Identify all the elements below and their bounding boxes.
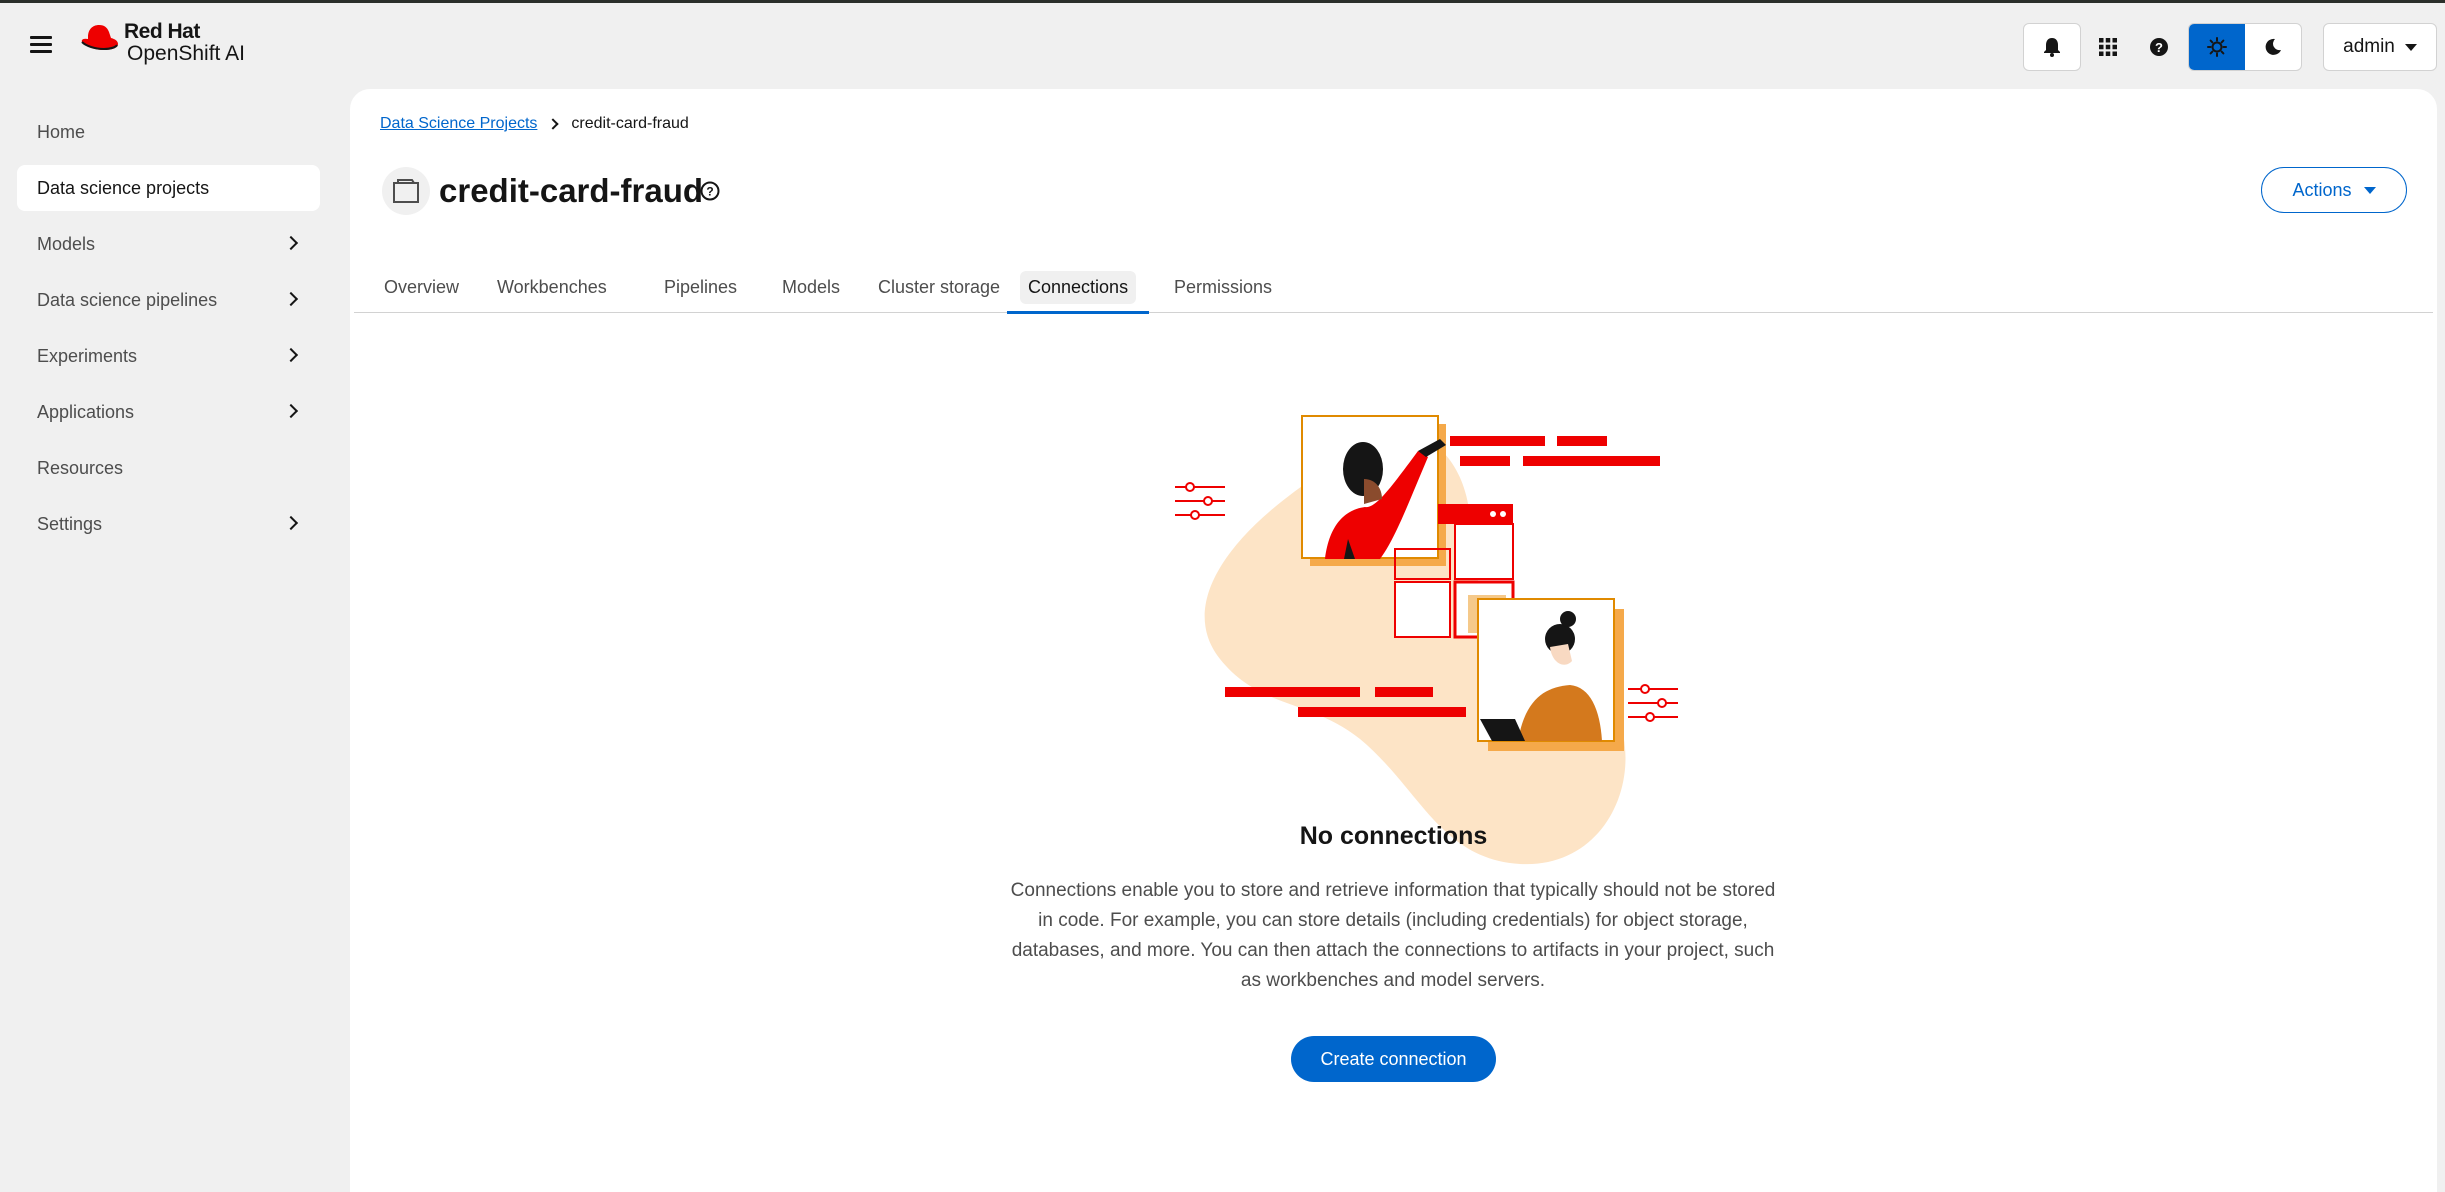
red-hat-logo-icon [81,25,118,51]
sidebar-item-experiments[interactable]: Experiments [17,333,320,379]
sidebar-item-label: Experiments [37,345,138,366]
tab-cluster-storage[interactable]: Cluster storage [870,261,1008,313]
svg-text:?: ? [2155,40,2163,55]
tab-models[interactable]: Models [774,261,848,313]
empty-state-title: No connections [1299,822,1488,850]
sidebar-item-models[interactable]: Models [17,221,320,267]
sidebar-item-label: Data science projects [37,177,210,198]
sidebar-item-data-science-projects[interactable]: Data science projects [17,165,320,211]
breadcrumb-link-projects[interactable]: Data Science Projects [380,115,537,133]
chevron-right-icon [283,347,299,363]
breadcrumb-current: credit-card-fraud [571,115,689,132]
chevron-right-icon [283,403,299,419]
sun-icon [2207,37,2227,57]
chevron-right-icon [283,515,299,531]
tab-connections[interactable]: Connections [1006,261,1150,314]
caret-down-icon [2363,186,2376,194]
help-button[interactable]: ? [2133,23,2185,71]
actions-dropdown-button[interactable]: Actions [2261,167,2407,213]
chevron-right-icon [283,291,299,307]
actions-label: Actions [2292,179,2352,200]
masthead: Red Hat OpenShift AI ? admin [0,3,2445,87]
tab-label: Models [782,276,841,297]
app-launcher-button[interactable] [2082,23,2134,71]
app-grid-icon [2099,38,2117,56]
tab-label: Connections [1020,270,1137,304]
project-tabs: Overview Workbenches Pipelines Models Cl… [354,261,2433,314]
sidebar-item-label: Data science pipelines [37,289,218,310]
notifications-button[interactable] [2023,23,2081,71]
sidebar-item-resources[interactable]: Resources [17,445,320,491]
main-content: Data Science Projects credit-card-fraud … [350,89,2437,1192]
tab-label: Cluster storage [878,276,1001,297]
tab-workbenches[interactable]: Workbenches [489,261,615,313]
brand-name: Red Hat [124,20,200,43]
sidebar-item-label: Resources [37,457,124,478]
chevron-right-icon [547,118,560,130]
page-title: credit-card-fraud [439,172,704,209]
tab-label: Overview [384,276,460,297]
light-theme-button[interactable] [2189,24,2245,70]
logo[interactable]: Red Hat OpenShift AI [80,21,245,65]
product-name: OpenShift AI [127,42,245,65]
tab-overview[interactable]: Overview [376,261,467,313]
dark-theme-button[interactable] [2245,24,2301,70]
sidebar-item-label: Home [37,121,86,142]
empty-state-illustration [1175,415,1678,865]
moon-icon [2265,38,2281,55]
sidebar-item-data-science-pipelines[interactable]: Data science pipelines [17,277,320,323]
sidebar-item-label: Settings [37,513,103,534]
help-icon[interactable]: ? [698,179,722,203]
sidebar-item-settings[interactable]: Settings [17,501,320,547]
tab-label: Permissions [1174,276,1273,297]
breadcrumb: Data Science Projects credit-card-fraud [380,115,689,133]
theme-toggle [2188,23,2302,71]
empty-state-body: Connections enable you to store and retr… [1010,880,1776,991]
caret-down-icon [2404,43,2417,51]
tab-label: Pipelines [664,276,738,297]
folder-icon [393,179,419,203]
bell-icon [2044,38,2060,57]
user-name: admin [2343,36,2395,57]
tab-pipelines[interactable]: Pipelines [656,261,745,313]
sidebar-item-home[interactable]: Home [17,109,320,155]
menu-icon[interactable] [30,36,52,54]
sidebar-item-label: Applications [37,401,135,422]
svg-text:?: ? [706,185,713,199]
user-menu-button[interactable]: admin [2323,23,2437,71]
tab-permissions[interactable]: Permissions [1166,261,1280,313]
tab-label: Workbenches [497,276,607,297]
sidebar-item-label: Models [37,233,96,254]
chevron-right-icon [283,235,299,251]
help-icon: ? [2150,38,2168,56]
create-connection-button[interactable]: Create connection [1291,1036,1496,1082]
project-icon [382,167,430,215]
sidebar-item-applications[interactable]: Applications [17,389,320,435]
